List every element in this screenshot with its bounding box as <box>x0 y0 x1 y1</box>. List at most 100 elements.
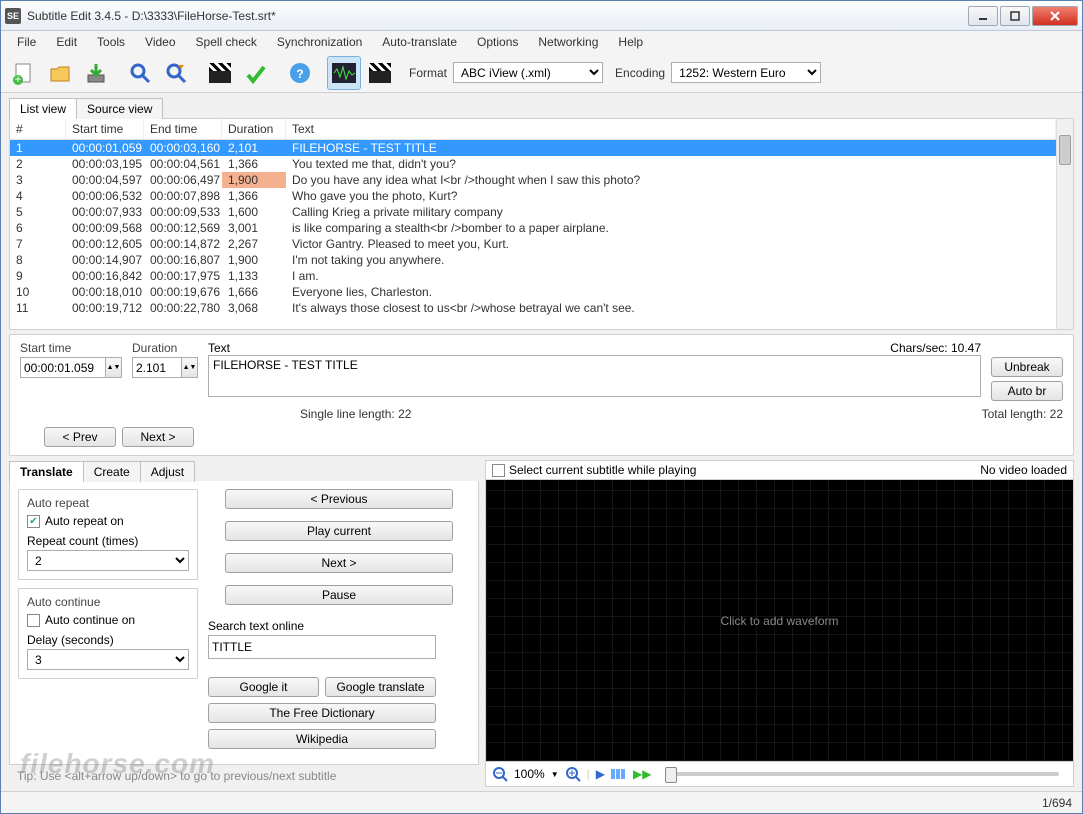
tab-translate[interactable]: Translate <box>9 461 84 482</box>
minimize-button[interactable] <box>968 6 998 26</box>
duration-input[interactable] <box>132 357 182 378</box>
search-online-input[interactable] <box>208 635 436 659</box>
close-button[interactable] <box>1032 6 1078 26</box>
start-time-spinner[interactable]: ▲▼ <box>106 357 122 378</box>
total-length: Total length: 22 <box>982 407 1063 421</box>
no-video-label: No video loaded <box>980 463 1067 477</box>
spellcheck-icon[interactable] <box>239 56 273 90</box>
menu-file[interactable]: File <box>9 33 44 51</box>
zoom-value: 100% <box>514 767 545 781</box>
repeat-count-select[interactable]: 2 <box>27 550 189 571</box>
table-row[interactable]: 400:00:06,53200:00:07,8981,366Who gave y… <box>10 188 1056 204</box>
view-tabs: List view Source view <box>9 97 1074 118</box>
table-row[interactable]: 100:00:01,05900:00:03,1602,101FILEHORSE … <box>10 140 1056 156</box>
replace-icon[interactable] <box>159 56 193 90</box>
table-row[interactable]: 200:00:03,19500:00:04,5611,366You texted… <box>10 156 1056 172</box>
table-row[interactable]: 700:00:12,60500:00:14,8722,267Victor Gan… <box>10 236 1056 252</box>
tab-sourceview[interactable]: Source view <box>76 98 163 119</box>
start-time-input[interactable] <box>20 357 106 378</box>
google-it-button[interactable]: Google it <box>208 677 319 697</box>
table-row[interactable]: 500:00:07,93300:00:09,5331,600Calling Kr… <box>10 204 1056 220</box>
menubar: File Edit Tools Video Spell check Synchr… <box>1 31 1082 53</box>
find-icon[interactable] <box>123 56 157 90</box>
menu-edit[interactable]: Edit <box>48 33 85 51</box>
waveform-hint: Click to add waveform <box>720 614 838 628</box>
col-text[interactable]: Text <box>286 119 1056 139</box>
visual-sync-icon[interactable] <box>203 56 237 90</box>
search-online-label: Search text online <box>208 619 470 633</box>
table-row[interactable]: 300:00:04,59700:00:06,4971,900Do you hav… <box>10 172 1056 188</box>
zoom-in-icon[interactable] <box>565 766 581 782</box>
autocontinue-on-label: Auto continue on <box>45 613 135 627</box>
table-row[interactable]: 600:00:09,56800:00:12,5693,001is like co… <box>10 220 1056 236</box>
menu-options[interactable]: Options <box>469 33 526 51</box>
encoding-select[interactable]: 1252: Western Euro <box>671 62 821 83</box>
free-dictionary-button[interactable]: The Free Dictionary <box>208 703 436 723</box>
delay-select[interactable]: 3 <box>27 649 189 670</box>
menu-networking[interactable]: Networking <box>530 33 606 51</box>
chars-per-sec: Chars/sec: 10.47 <box>890 341 981 355</box>
col-end[interactable]: End time <box>144 119 222 139</box>
table-row[interactable]: 800:00:14,90700:00:16,8071,900I'm not ta… <box>10 252 1056 268</box>
frames-icon[interactable] <box>611 767 627 781</box>
maximize-button[interactable] <box>1000 6 1030 26</box>
single-line-length: Single line length: 22 <box>300 407 411 421</box>
grid-scrollbar[interactable] <box>1056 119 1073 329</box>
waveform-toggle-icon[interactable] <box>327 56 361 90</box>
tab-listview[interactable]: List view <box>9 98 77 119</box>
menu-spellcheck[interactable]: Spell check <box>188 33 265 51</box>
select-while-playing-checkbox[interactable] <box>492 464 505 477</box>
save-file-icon[interactable] <box>79 56 113 90</box>
autobr-button[interactable]: Auto br <box>991 381 1063 401</box>
subtitle-text-input[interactable] <box>208 355 981 397</box>
play-current-button[interactable]: Play current <box>225 521 453 541</box>
duration-spinner[interactable]: ▲▼ <box>182 357 198 378</box>
next-button[interactable]: Next > <box>122 427 194 447</box>
translate-prev-button[interactable]: < Previous <box>225 489 453 509</box>
autorepeat-checkbox[interactable]: ✔ <box>27 515 40 528</box>
col-num[interactable]: # <box>10 119 66 139</box>
delay-label: Delay (seconds) <box>27 633 189 647</box>
grid-header: # Start time End time Duration Text <box>10 119 1056 140</box>
start-time-label: Start time <box>20 341 122 355</box>
table-row[interactable]: 1000:00:18,01000:00:19,6761,666Everyone … <box>10 284 1056 300</box>
menu-tools[interactable]: Tools <box>89 33 133 51</box>
format-select[interactable]: ABC iView (.xml) <box>453 62 603 83</box>
prev-button[interactable]: < Prev <box>44 427 116 447</box>
play-icon[interactable]: ▶ <box>596 767 605 781</box>
menu-sync[interactable]: Synchronization <box>269 33 370 51</box>
unbreak-button[interactable]: Unbreak <box>991 357 1063 377</box>
table-row[interactable]: 900:00:16,84200:00:17,9751,133I am. <box>10 268 1056 284</box>
pause-button[interactable]: Pause <box>225 585 453 605</box>
select-while-playing-label: Select current subtitle while playing <box>509 463 696 477</box>
autorepeat-group: Auto repeat ✔ Auto repeat on Repeat coun… <box>18 489 198 580</box>
tab-create[interactable]: Create <box>83 461 141 482</box>
autocontinue-checkbox[interactable] <box>27 614 40 627</box>
waveform-area[interactable]: Click to add waveform <box>485 479 1074 762</box>
zoom-out-icon[interactable] <box>492 766 508 782</box>
google-translate-button[interactable]: Google translate <box>325 677 436 697</box>
wikipedia-button[interactable]: Wikipedia <box>208 729 436 749</box>
help-icon[interactable]: ? <box>283 56 317 90</box>
col-start[interactable]: Start time <box>66 119 144 139</box>
toolbar: + ? Format ABC iView (.xml) Encoding 125… <box>1 53 1082 93</box>
menu-video[interactable]: Video <box>137 33 183 51</box>
translate-next-button[interactable]: Next > <box>225 553 453 573</box>
open-file-icon[interactable] <box>43 56 77 90</box>
svg-text:+: + <box>14 72 21 85</box>
position-slider[interactable] <box>665 772 1059 776</box>
subtitle-grid: # Start time End time Duration Text 100:… <box>9 118 1074 330</box>
col-dur[interactable]: Duration <box>222 119 286 139</box>
status-counter: 1/694 <box>1042 796 1072 810</box>
statusbar: 1/694 <box>1 791 1082 813</box>
menu-autotranslate[interactable]: Auto-translate <box>374 33 465 51</box>
autocontinue-group: Auto continue Auto continue on Delay (se… <box>18 588 198 679</box>
video-toggle-icon[interactable] <box>363 56 397 90</box>
table-row[interactable]: 1100:00:19,71200:00:22,7803,068It's alwa… <box>10 300 1056 316</box>
autocontinue-title: Auto continue <box>27 595 189 609</box>
tab-adjust[interactable]: Adjust <box>140 461 195 482</box>
format-label: Format <box>409 66 447 80</box>
menu-help[interactable]: Help <box>610 33 651 51</box>
new-file-icon[interactable]: + <box>7 56 41 90</box>
fastforward-icon[interactable]: ▶▶ <box>633 767 651 781</box>
